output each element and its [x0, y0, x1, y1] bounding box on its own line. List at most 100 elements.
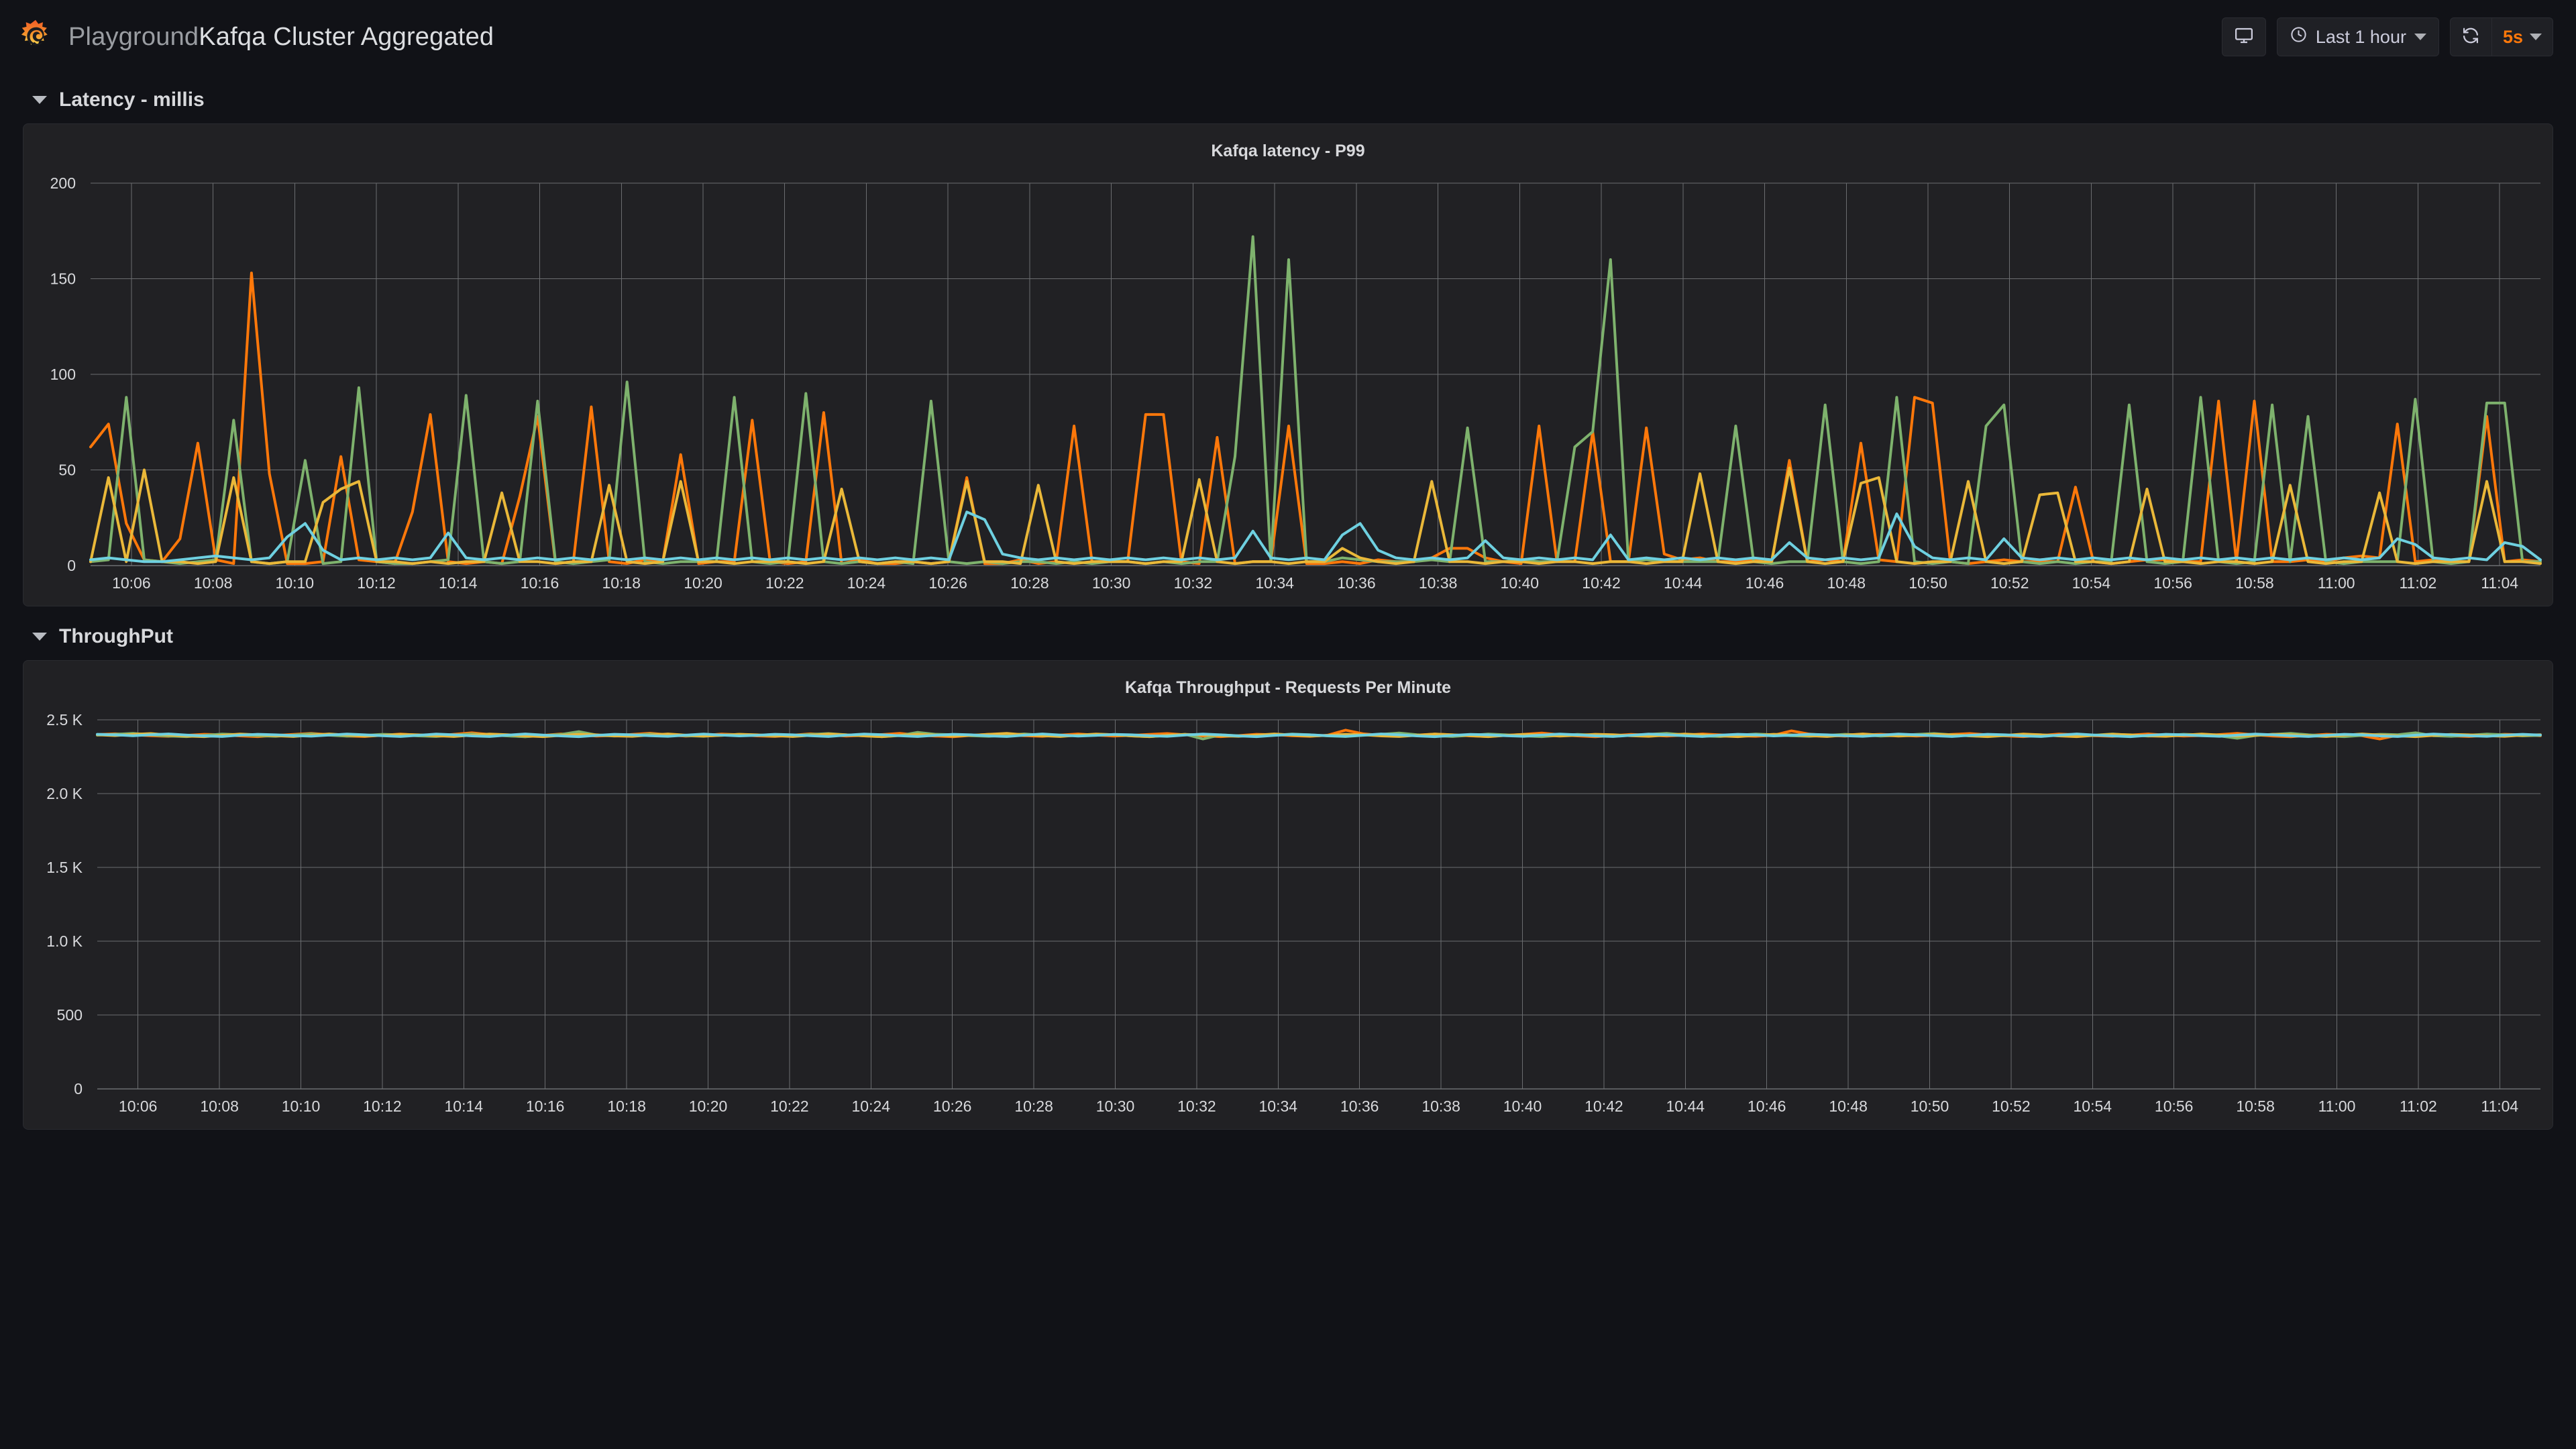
y-axis-tick-label: 1.0 K — [46, 932, 83, 950]
y-axis-tick-label: 200 — [50, 174, 76, 192]
x-axis-tick-label: 10:58 — [2236, 1097, 2275, 1115]
x-axis-tick-label: 10:06 — [119, 1097, 158, 1115]
x-axis-tick-label: 10:18 — [607, 1097, 646, 1115]
x-axis-tick-label: 10:12 — [363, 1097, 402, 1115]
x-axis-tick-label: 10:26 — [933, 1097, 972, 1115]
grafana-logo-icon[interactable] — [17, 19, 54, 55]
x-axis-tick-label: 10:24 — [847, 574, 886, 592]
x-axis-tick-label: 10:28 — [1014, 1097, 1053, 1115]
time-range-picker[interactable]: Last 1 hour — [2276, 17, 2439, 56]
x-axis-tick-label: 10:12 — [357, 574, 396, 592]
x-axis-tick-label: 10:48 — [1827, 574, 1866, 592]
x-axis-tick-label: 10:22 — [765, 574, 804, 592]
x-axis-tick-label: 10:54 — [2074, 1097, 2112, 1115]
x-axis-tick-label: 10:16 — [526, 1097, 565, 1115]
x-axis-tick-label: 11:04 — [2481, 1097, 2518, 1115]
x-axis-tick-label: 10:36 — [1340, 1097, 1379, 1115]
x-axis-tick-label: 10:44 — [1666, 1097, 1705, 1115]
x-axis-tick-label: 10:06 — [112, 574, 151, 592]
x-axis-tick-label: 10:58 — [2235, 574, 2274, 592]
x-axis-tick-label: 11:02 — [2399, 574, 2436, 592]
latency-plot-area[interactable]: 0 50 100 150 200 10:06 10:08 10:10 10:12 10:14 10:… — [23, 163, 2553, 606]
chevron-down-icon — [32, 633, 47, 641]
panel-kafqa-latency[interactable]: Kafqa latency - P99 0 50 100 150 200 10:06 10:… — [23, 123, 2553, 606]
x-axis-tick-label: 10:40 — [1503, 1097, 1542, 1115]
x-axis-tick-label: 10:50 — [1911, 1097, 1949, 1115]
y-axis-tick-label: 0 — [67, 557, 76, 574]
latency-chart-svg: 0 50 100 150 200 10:06 10:08 10:10 10:12 10:14 10:… — [50, 174, 2542, 592]
x-axis-tick-label: 10:54 — [2072, 574, 2111, 592]
x-axis-tick-label: 10:30 — [1096, 1097, 1135, 1115]
throughput-plot-area[interactable]: 0 500 1.0 K 1.5 K 2.0 K 2.5 K 10:06 10:08 10:10 1… — [23, 700, 2553, 1129]
row-header-latency[interactable]: Latency - millis — [32, 79, 2553, 121]
top-navbar: Playground Kafqa Cluster Aggregated Last… — [0, 0, 2576, 74]
x-axis-tick-label: 10:52 — [1992, 1097, 2031, 1115]
y-axis-tick-label: 0 — [74, 1080, 83, 1097]
row-title-latency: Latency - millis — [59, 89, 205, 111]
refresh-interval-label: 5s — [2502, 26, 2523, 47]
x-axis-tick-label: 10:14 — [439, 574, 478, 592]
chevron-down-icon — [32, 96, 47, 104]
throughput-chart-svg: 0 500 1.0 K 1.5 K 2.0 K 2.5 K 10:06 10:08 10:10 1… — [46, 711, 2542, 1115]
panel-kafqa-throughput[interactable]: Kafqa Throughput - Requests Per Minute 0… — [23, 660, 2553, 1130]
y-axis-tick-label: 1.5 K — [46, 859, 83, 876]
x-axis-tick-label: 10:10 — [282, 1097, 321, 1115]
x-axis-tick-label: 10:20 — [689, 1097, 728, 1115]
x-axis-tick-label: 10:52 — [1990, 574, 2029, 592]
monitor-icon — [2234, 25, 2254, 49]
breadcrumb: Playground Kafqa Cluster Aggregated — [68, 23, 494, 52]
kiosk-mode-button[interactable] — [2221, 17, 2266, 56]
refresh-icon — [2461, 26, 2480, 48]
x-axis-tick-label: 10:18 — [602, 574, 641, 592]
x-axis-tick-label: 10:08 — [194, 574, 233, 592]
x-axis-tick-label: 11:00 — [2318, 1097, 2356, 1115]
x-axis-tick-label: 10:38 — [1421, 1097, 1460, 1115]
row-title-throughput: ThroughPut — [59, 625, 173, 647]
x-axis-tick-label: 10:46 — [1748, 1097, 1786, 1115]
x-axis-tick-label: 10:34 — [1259, 1097, 1298, 1115]
x-axis-tick-label: 10:36 — [1337, 574, 1376, 592]
x-axis-tick-label: 10:24 — [852, 1097, 891, 1115]
x-axis-tick-label: 10:56 — [2153, 574, 2192, 592]
x-axis-tick-label: 10:38 — [1419, 574, 1458, 592]
refresh-interval-picker[interactable]: 5s — [2492, 18, 2553, 56]
chevron-down-icon — [2530, 34, 2542, 40]
x-axis-tick-label: 10:34 — [1255, 574, 1294, 592]
y-axis-tick-label: 100 — [50, 366, 76, 383]
y-axis-tick-label: 150 — [50, 270, 76, 288]
x-axis-tick-label: 10:46 — [1746, 574, 1784, 592]
page-title[interactable]: Kafqa Cluster Aggregated — [199, 23, 494, 52]
x-axis-tick-label: 11:04 — [2481, 574, 2518, 592]
y-axis-tick-label: 50 — [58, 462, 76, 479]
x-axis-tick-label: 10:30 — [1092, 574, 1131, 592]
y-axis-tick-label: 500 — [57, 1006, 83, 1024]
time-range-label: Last 1 hour — [2315, 26, 2406, 47]
x-axis-tick-label: 10:32 — [1174, 574, 1213, 592]
chevron-down-icon — [2414, 34, 2426, 40]
breadcrumb-parent[interactable]: Playground — [68, 23, 199, 52]
panel-title-throughput: Kafqa Throughput - Requests Per Minute — [1124, 678, 1452, 697]
x-axis-tick-label: 11:00 — [2318, 574, 2355, 592]
x-axis-tick-label: 11:02 — [2400, 1097, 2437, 1115]
x-axis-tick-label: 10:42 — [1582, 574, 1621, 592]
panel-title-latency: Kafqa latency - P99 — [1211, 142, 1365, 160]
x-axis-tick-label: 10:08 — [200, 1097, 239, 1115]
x-axis-tick-label: 10:14 — [445, 1097, 484, 1115]
x-axis-tick-label: 10:56 — [2155, 1097, 2194, 1115]
x-axis-tick-label: 10:16 — [521, 574, 559, 592]
dashboard-body: Latency - millis Kafqa latency - P99 0 50… — [0, 79, 2576, 1130]
x-axis-tick-label: 10:22 — [770, 1097, 809, 1115]
x-axis-tick-label: 10:32 — [1177, 1097, 1216, 1115]
x-axis-tick-label: 10:10 — [276, 574, 315, 592]
navbar-actions: Last 1 hour 5s — [2221, 17, 2553, 56]
y-axis-tick-label: 2.5 K — [46, 711, 83, 729]
x-axis-tick-label: 10:50 — [1909, 574, 1947, 592]
clock-icon — [2290, 25, 2308, 48]
refresh-button[interactable] — [2451, 18, 2492, 56]
x-axis-tick-label: 10:42 — [1585, 1097, 1623, 1115]
x-axis-tick-label: 10:26 — [928, 574, 967, 592]
refresh-controls: 5s — [2449, 17, 2553, 56]
x-axis-tick-label: 10:20 — [684, 574, 722, 592]
row-header-throughput[interactable]: ThroughPut — [32, 616, 2553, 657]
x-axis-tick-label: 10:48 — [1829, 1097, 1868, 1115]
